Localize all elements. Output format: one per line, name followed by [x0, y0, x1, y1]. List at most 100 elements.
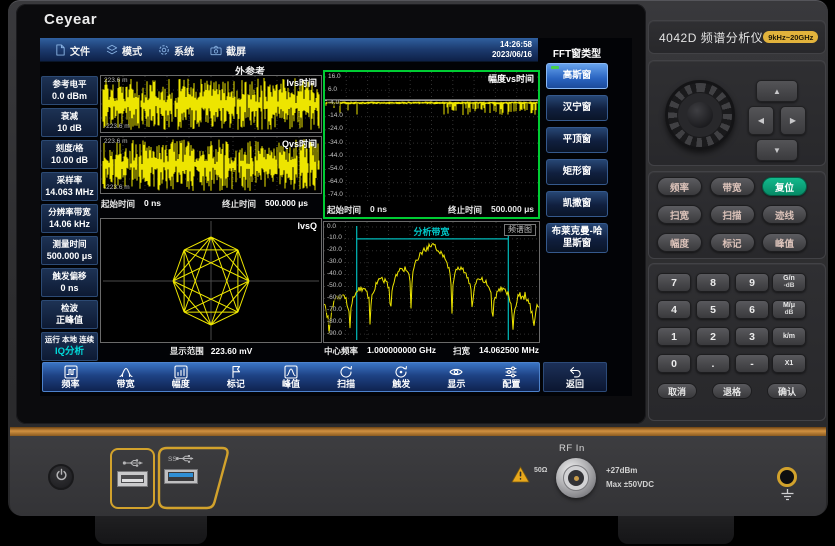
unit-key[interactable]: M/μ dB [772, 300, 806, 319]
menu-item[interactable]: 模式 [103, 43, 145, 58]
function-key[interactable]: 幅度 [657, 233, 702, 252]
toolbar-item[interactable]: 幅度 [172, 365, 190, 389]
fft-window-button[interactable]: 凯撒窗 [546, 191, 608, 217]
center-freq-value: 1.000000000 GHz [367, 345, 436, 357]
arrow-left-key[interactable]: ◀ [748, 106, 774, 135]
i-chart-ymin-label: -223.6 m [104, 124, 130, 131]
fft-window-button[interactable]: 布莱克曼-哈里斯窗 [546, 223, 608, 253]
amp-time-footer: 起始时间0 ns 终止时间500.000 μs [325, 202, 538, 217]
function-key[interactable]: 峰值 [762, 233, 807, 252]
power-button[interactable] [48, 464, 74, 490]
i-vs-q-svg [101, 219, 321, 342]
unit-key[interactable]: k/m [772, 327, 806, 346]
mode-icon [106, 44, 118, 56]
function-key[interactable]: 复位 [762, 177, 807, 196]
action-key[interactable]: 取消 [657, 383, 697, 399]
numpad-key[interactable]: 4 [657, 300, 691, 319]
function-key[interactable]: 标记 [710, 233, 755, 252]
fft-panel-title: FFT窗类型 [546, 45, 608, 60]
numpad-key[interactable]: 5 [696, 300, 730, 319]
fft-window-button[interactable]: 汉宁窗 [546, 95, 608, 121]
iq-display-range-footer: 显示范围 223.60 mV [100, 345, 322, 357]
brand-logo: Ceyear [44, 11, 97, 28]
chart-q-vs-time: 223.6 m -223.6 m Qvs时间 [100, 136, 322, 194]
toolbar-item[interactable]: 配置 [502, 365, 520, 389]
stop-time-label: 终止时间 [222, 198, 256, 210]
usb2-port [117, 471, 148, 487]
numpad-key[interactable]: 0 [657, 354, 691, 373]
action-key[interactable]: 确认 [767, 383, 807, 399]
ground-terminal [777, 467, 797, 487]
usb3-port [164, 469, 198, 484]
span-label: 扫宽 [453, 345, 470, 357]
i-chart-title: Ivs时间 [286, 79, 317, 88]
menu-items: 文件 模式 系统 截屏 [52, 38, 249, 62]
sidebar-param[interactable]: 运行 本地 连续 IQ分析 [41, 332, 98, 361]
numpad-plate: 789 456 123 0.- G/n -dB M/μ dB k/m X1 取消退格确… [648, 263, 826, 421]
toolbar-item[interactable]: 标记 [227, 365, 245, 389]
chart-amp-vs-time: 16.06.0-4.0-14.0-24.0-34.0-44.0-54.0-64.… [323, 70, 540, 219]
toolbar-item[interactable]: 触发 [392, 365, 410, 389]
display-icon [449, 365, 463, 379]
sidebar-param[interactable]: 衰减 10 dB [41, 108, 98, 137]
arrow-up-key[interactable]: ▲ [756, 80, 798, 102]
function-key-plate: 频率带宽复位扫宽扫描迹线幅度标记峰值 [648, 171, 826, 259]
numpad-key[interactable]: 6 [735, 300, 769, 319]
function-key[interactable]: 扫描 [710, 205, 755, 224]
fft-window-button[interactable]: 矩形窗 [546, 159, 608, 185]
system-icon [158, 44, 170, 56]
menu-item[interactable]: 系统 [155, 43, 197, 58]
rotary-knob[interactable] [665, 80, 735, 150]
numpad-key[interactable]: 1 [657, 327, 691, 346]
sidebar-param[interactable]: 采样率 14.063 MHz [41, 172, 98, 201]
numpad-key[interactable]: 2 [696, 327, 730, 346]
max-power-label: +27dBm [606, 466, 637, 475]
numpad-key[interactable]: 3 [735, 327, 769, 346]
fft-window-button[interactable]: 高斯窗 [546, 63, 608, 89]
menu-item[interactable]: 截屏 [207, 43, 249, 58]
amp-start-time-value: 0 ns [370, 204, 387, 216]
chart-i-vs-q: IvsQ [100, 218, 322, 343]
toolbar-item[interactable]: 频率 [62, 365, 80, 389]
toolbar-item[interactable]: 带宽 [117, 365, 135, 389]
amp-start-time-label: 起始时间 [327, 204, 361, 216]
display-range-label: 显示范围 [170, 345, 204, 357]
impedance-label: 50Ω [534, 467, 547, 474]
sidebar-param[interactable]: 刻度/格 10.00 dB [41, 140, 98, 169]
amp-stop-time-label: 终止时间 [448, 204, 482, 216]
unit-key[interactable]: X1 [772, 354, 806, 373]
toolbar-item[interactable]: 扫描 [337, 365, 355, 389]
unit-key[interactable]: G/n -dB [772, 273, 806, 292]
action-keys: 取消退格确认 [657, 383, 807, 399]
sidebar-param[interactable]: 检波 正峰值 [41, 300, 98, 329]
usb2-frame [110, 448, 155, 509]
fft-window-button[interactable]: 平顶窗 [546, 127, 608, 153]
arrow-right-key[interactable]: ▶ [780, 106, 806, 135]
toolbar-back-button[interactable]: 返回 [543, 362, 607, 392]
sidebar-param[interactable]: 测量时间 500.000 μs [41, 236, 98, 265]
sidebar-param[interactable]: 触发偏移 0 ns [41, 268, 98, 297]
function-key[interactable]: 扫宽 [657, 205, 702, 224]
rotary-knob-ring [677, 92, 723, 138]
toolbar-item[interactable]: 显示 [447, 365, 465, 389]
clock: 14:26:58 2023/06/16 [492, 40, 532, 61]
numpad-key[interactable]: . [696, 354, 730, 373]
usb3-frame: SS [157, 446, 233, 510]
numpad-key[interactable]: 9 [735, 273, 769, 292]
arrow-down-key[interactable]: ▼ [756, 139, 798, 161]
sidebar-param[interactable]: 参考电平 0.0 dBm [41, 76, 98, 105]
function-key[interactable]: 频率 [657, 177, 702, 196]
sidebar-param[interactable]: 分辨率带宽 14.06 kHz [41, 204, 98, 233]
toolbar-item[interactable]: 峰值 [282, 365, 300, 389]
numpad-key[interactable]: 7 [657, 273, 691, 292]
sweep-icon [339, 365, 353, 379]
ground-icon [780, 489, 795, 507]
function-key[interactable]: 带宽 [710, 177, 755, 196]
screen: 文件 模式 系统 截屏 14:26:58 2023/06/16 外参考 [40, 38, 632, 396]
numpad-key[interactable]: 8 [696, 273, 730, 292]
function-key[interactable]: 迹线 [762, 205, 807, 224]
menu-item[interactable]: 文件 [52, 43, 93, 58]
action-key[interactable]: 退格 [712, 383, 752, 399]
model-plate: 4042D 频谱分析仪 9kHz~20GHz [648, 20, 826, 54]
numpad-key[interactable]: - [735, 354, 769, 373]
